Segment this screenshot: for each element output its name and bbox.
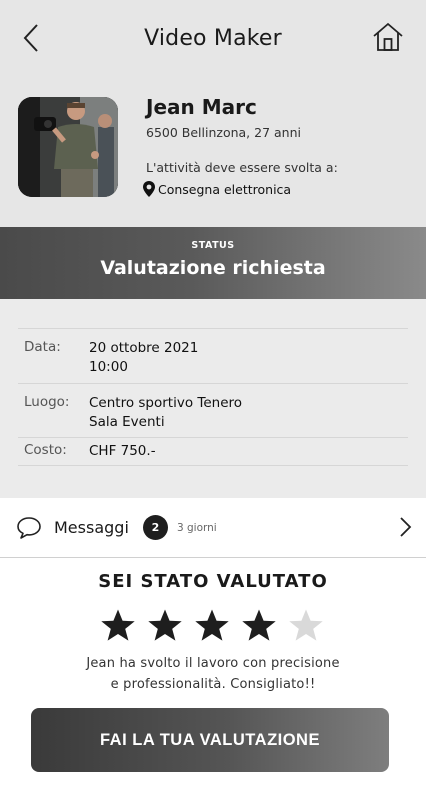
messages-label: Messaggi (54, 518, 129, 537)
avatar (18, 97, 118, 197)
detail-value-line: 20 ottobre 2021 (89, 340, 199, 356)
profile-card: Jean Marc 6500 Bellinzona, 27 anni L'att… (0, 76, 426, 226)
delivery-method-label: Consegna elettronica (158, 181, 292, 197)
star-filled-icon (242, 609, 276, 641)
back-button[interactable] (16, 20, 46, 56)
page-title: Video Maker (144, 25, 282, 51)
task-location-label: L'attività deve essere svolta a: (146, 160, 338, 175)
rating-title: SEI STATO VALUTATO (98, 571, 328, 592)
profile-name: Jean Marc (146, 95, 257, 119)
detail-value-line: Centro sportivo Tenero (89, 395, 243, 411)
star-filled-icon (101, 609, 135, 641)
rating-comment: Jean ha svolto il lavoro con precisione … (0, 653, 426, 695)
detail-value: 20 ottobre 2021 10:00 (89, 339, 198, 377)
detail-value-line: Sala Eventi (89, 414, 165, 430)
status-label: STATUS (191, 240, 235, 251)
unread-count-badge: 2 (143, 515, 168, 540)
detail-key: Data: (24, 339, 61, 355)
home-button[interactable] (372, 20, 404, 54)
rating-section: SEI STATO VALUTATO Jean ha svolto il lav… (0, 558, 426, 800)
rate-button[interactable]: FAI LA TUA VALUTAZIONE (31, 708, 389, 772)
delivery-method: Consegna elettronica (142, 180, 291, 198)
detail-row-location: Luogo: Centro sportivo Tenero Sala Event… (18, 383, 408, 437)
map-pin-icon (143, 181, 155, 197)
status-value: Valutazione richiesta (100, 257, 326, 279)
messages-row[interactable]: Messaggi 2 3 giorni (0, 498, 426, 558)
detail-value: CHF 750.- (89, 443, 156, 459)
detail-key: Costo: (24, 442, 67, 458)
rating-comment-line: e professionalità. Consigliato!! (110, 677, 316, 692)
chevron-right-icon (400, 517, 412, 537)
chevron-left-icon (23, 24, 38, 52)
star-empty-icon (289, 609, 323, 641)
app-header: Video Maker (0, 0, 426, 76)
star-filled-icon (148, 609, 182, 641)
chat-bubble-icon (17, 517, 41, 539)
detail-row-date: Data: 20 ottobre 2021 10:00 (18, 328, 408, 383)
profile-photo (18, 97, 118, 197)
detail-row-cost: Costo: CHF 750.- (18, 437, 408, 465)
divider (18, 465, 408, 466)
detail-value: Centro sportivo Tenero Sala Eventi (89, 394, 242, 432)
star-filled-icon (195, 609, 229, 641)
job-details: Data: 20 ottobre 2021 10:00 Luogo: Centr… (0, 299, 426, 498)
detail-key: Luogo: (24, 394, 70, 410)
messages-time: 3 giorni (177, 522, 217, 534)
rating-comment-line: Jean ha svolto il lavoro con precisione (86, 656, 340, 671)
status-banner: STATUS Valutazione richiesta (0, 227, 426, 299)
detail-value-line: 10:00 (89, 359, 128, 375)
home-icon (373, 22, 403, 51)
star-rating (100, 608, 324, 644)
profile-location-age: 6500 Bellinzona, 27 anni (146, 125, 301, 140)
